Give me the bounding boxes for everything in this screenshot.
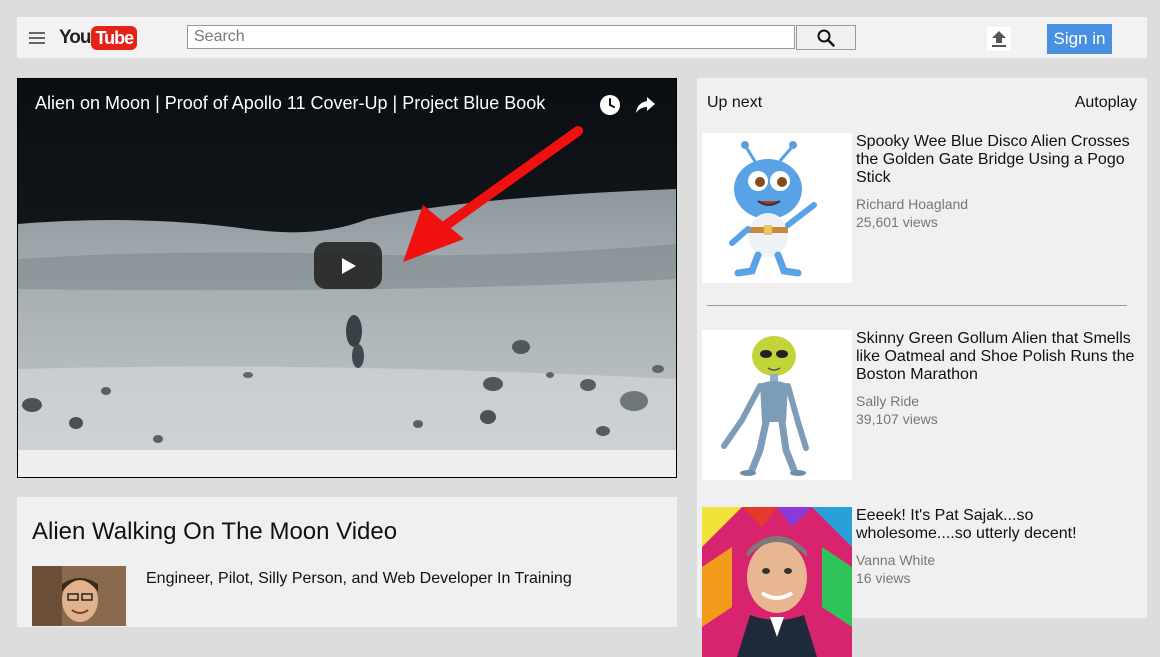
search-icon <box>817 29 835 47</box>
menu-icon[interactable] <box>29 32 45 44</box>
item-channel: Sally Ride <box>856 393 920 409</box>
item-meta: Skinny Green Gollum Alien that Smells li… <box>856 330 1141 428</box>
upload-button[interactable] <box>987 27 1011 51</box>
search-button[interactable] <box>796 25 856 50</box>
play-button[interactable] <box>314 242 382 289</box>
video-thumbnail[interactable] <box>702 507 852 657</box>
item-title[interactable]: Spooky Wee Blue Disco Alien Crosses the … <box>856 133 1141 187</box>
upload-icon <box>992 31 1006 47</box>
item-views: 16 views <box>856 570 911 586</box>
search-input[interactable] <box>187 25 795 49</box>
item-meta: Spooky Wee Blue Disco Alien Crosses the … <box>856 133 1141 231</box>
item-views: 25,601 views <box>856 214 938 230</box>
up-next-item[interactable]: Spooky Wee Blue Disco Alien Crosses the … <box>702 133 1142 283</box>
item-channel: Richard Hoagland <box>856 196 969 212</box>
player-controls-bar[interactable] <box>18 450 676 477</box>
youtube-logo[interactable]: You Tube <box>59 26 138 50</box>
logo-tube: Tube <box>91 26 138 50</box>
play-icon <box>342 257 356 274</box>
masthead: You Tube Sign in <box>17 17 1147 58</box>
up-next-sidebar: Up next Autoplay Spooky Wee Blue Disco A… <box>697 78 1147 657</box>
sign-in-button[interactable]: Sign in <box>1047 24 1112 54</box>
item-views: 39,107 views <box>856 411 938 427</box>
item-title[interactable]: Skinny Green Gollum Alien that Smells li… <box>856 330 1141 384</box>
video-title: Alien Walking On The Moon Video <box>32 518 398 545</box>
autoplay-toggle[interactable]: Autoplay <box>1075 94 1137 112</box>
video-player[interactable]: Alien on Moon | Proof of Apollo 11 Cover… <box>17 78 677 478</box>
video-thumbnail[interactable] <box>702 330 852 480</box>
item-title[interactable]: Eeeek! It's Pat Sajak...so wholesome....… <box>856 507 1141 543</box>
video-thumbnail[interactable] <box>702 133 852 283</box>
watch-later-icon[interactable] <box>599 94 621 121</box>
share-icon[interactable] <box>634 94 656 121</box>
player-title[interactable]: Alien on Moon | Proof of Apollo 11 Cover… <box>35 93 545 114</box>
up-next-label: Up next <box>707 94 763 111</box>
divider <box>707 305 1127 306</box>
uploader-avatar[interactable] <box>32 566 126 626</box>
logo-you: You <box>59 27 92 48</box>
up-next-item[interactable]: Skinny Green Gollum Alien that Smells li… <box>702 330 1142 480</box>
up-next-item[interactable]: Eeeek! It's Pat Sajak...so wholesome....… <box>702 507 1142 657</box>
uploader-description: Engineer, Pilot, Silly Person, and Web D… <box>146 570 572 587</box>
item-channel: Vanna White <box>856 552 936 568</box>
item-meta: Eeeek! It's Pat Sajak...so wholesome....… <box>856 507 1141 587</box>
